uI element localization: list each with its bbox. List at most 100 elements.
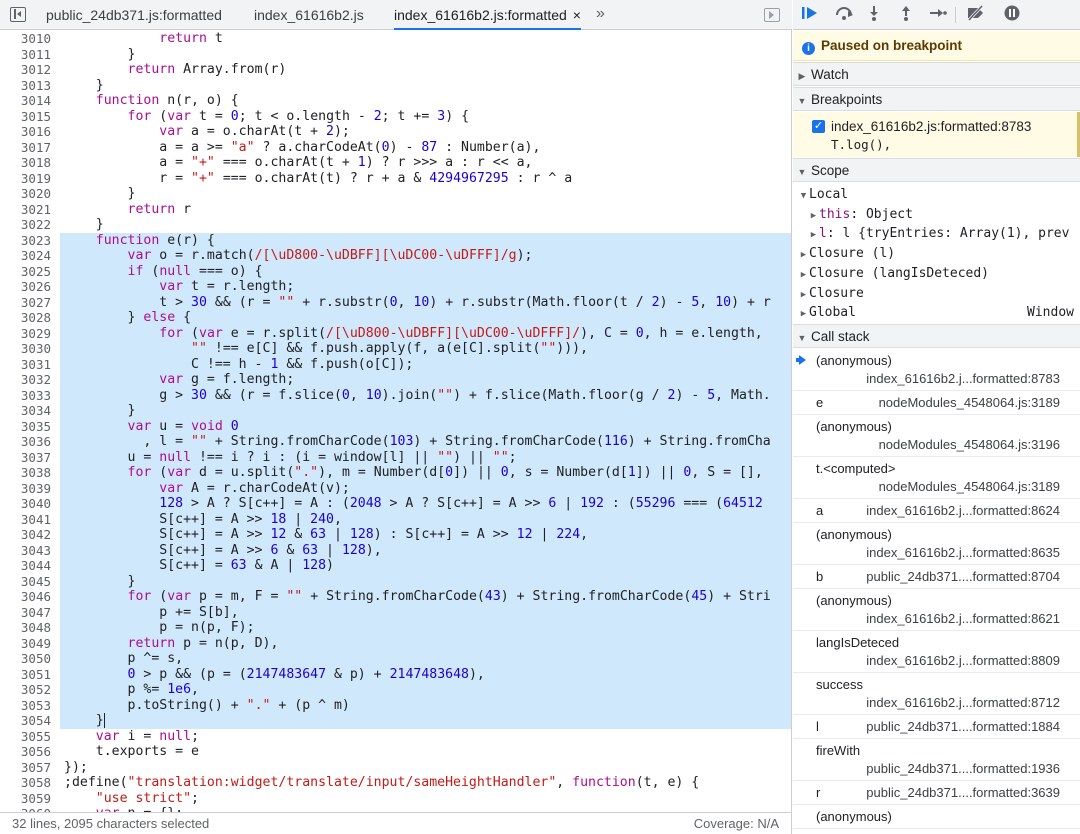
callstack-frame[interactable]: (anonymous) nodeModules_4548064.js:3196 bbox=[793, 415, 1080, 457]
resume-icon[interactable] bbox=[799, 5, 821, 25]
step-over-icon[interactable] bbox=[833, 5, 855, 25]
code-line[interactable]: 3015 for (var t = 0; t < o.length - 2; t… bbox=[0, 109, 791, 125]
scope-row[interactable]: ▼ Local bbox=[793, 185, 1080, 205]
collapsed-triangle-icon[interactable]: ▶ bbox=[808, 225, 819, 245]
frame-location[interactable]: index_61616b2.j...formatted:8712 bbox=[866, 695, 1060, 710]
line-number[interactable]: 3043 bbox=[0, 542, 58, 558]
line-number[interactable]: 3041 bbox=[0, 511, 58, 527]
callstack-frame[interactable]: a index_61616b2.j...formatted:8624 bbox=[793, 499, 1080, 523]
line-number[interactable]: 3022 bbox=[0, 217, 58, 233]
line-number[interactable]: 3037 bbox=[0, 449, 58, 465]
line-number[interactable]: 3016 bbox=[0, 124, 58, 140]
code-line[interactable]: 3029 for (var e = r.split(/[\uD800-\uDBF… bbox=[0, 325, 791, 341]
callstack-frame[interactable]: b public_24db371....formatted:8704 bbox=[793, 565, 1080, 589]
code-line[interactable]: 3014 function n(r, o) { bbox=[0, 93, 791, 109]
line-number[interactable]: 3034 bbox=[0, 403, 58, 419]
step-out-icon[interactable] bbox=[895, 5, 917, 25]
code-line[interactable]: 3017 a = a >= "a" ? a.charCodeAt(0) - 87… bbox=[0, 140, 791, 156]
code-line[interactable]: 3059 "use strict"; bbox=[0, 791, 791, 807]
close-tab-icon[interactable]: × bbox=[573, 7, 581, 23]
line-number[interactable]: 3052 bbox=[0, 682, 58, 698]
code-area[interactable]: 3010 return t 3011 } 3012 return Array.fro… bbox=[0, 30, 791, 812]
code-line[interactable]: 3048 p = n(p, F); bbox=[0, 620, 791, 636]
callstack-frame[interactable]: fireWith public_24db371....formatted:1936 bbox=[793, 739, 1080, 781]
line-number[interactable]: 3032 bbox=[0, 372, 58, 388]
code-line[interactable]: 3027 t > 30 && (r = "" + r.substr(0, 10)… bbox=[0, 294, 791, 310]
frame-location[interactable]: public_24db371....formatted:8704 bbox=[866, 569, 1060, 584]
code-line[interactable]: 3035 var u = void 0 bbox=[0, 418, 791, 434]
code-line[interactable]: 3018 a = "+" === o.charAt(t + 1) ? r >>>… bbox=[0, 155, 791, 171]
code-line[interactable]: 3053 p.toString() + "." + (p ^ m) bbox=[0, 697, 791, 713]
code-line[interactable]: 3019 r = "+" === o.charAt(t) ? r + a & 4… bbox=[0, 171, 791, 187]
code-line[interactable]: 3042 S[c++] = A >> 12 & 63 | 128) : S[c+… bbox=[0, 527, 791, 543]
code-line[interactable]: 3044 S[c++] = 63 & A | 128) bbox=[0, 558, 791, 574]
line-number[interactable]: 3053 bbox=[0, 697, 58, 713]
code-line[interactable]: 3025 if (null === o) { bbox=[0, 263, 791, 279]
line-number[interactable]: 3038 bbox=[0, 465, 58, 481]
callstack-frame[interactable]: success index_61616b2.j...formatted:8712 bbox=[793, 673, 1080, 715]
line-number[interactable]: 3059 bbox=[0, 791, 58, 807]
toggle-debugger-sidebar-icon[interactable] bbox=[764, 8, 780, 22]
code-line[interactable]: 3041 S[c++] = A >> 18 | 240, bbox=[0, 511, 791, 527]
line-number[interactable]: 3028 bbox=[0, 310, 58, 326]
line-number[interactable]: 3054 bbox=[0, 713, 58, 729]
line-number[interactable]: 3050 bbox=[0, 651, 58, 667]
code-line[interactable]: 3037 u = null !== i ? i : (i = window[l]… bbox=[0, 449, 791, 465]
frame-location[interactable]: nodeModules_4548064.js:3189 bbox=[879, 395, 1060, 410]
frame-location[interactable]: nodeModules_4548064.js:3189 bbox=[879, 479, 1060, 494]
breakpoint-item[interactable]: ✓ index_61616b2.js:formatted:8783 T.log(… bbox=[793, 112, 1080, 157]
code-line[interactable]: 3047 p += S[b], bbox=[0, 604, 791, 620]
line-number[interactable]: 3018 bbox=[0, 155, 58, 171]
deactivate-breakpoints-icon[interactable] bbox=[965, 4, 987, 25]
line-number[interactable]: 3019 bbox=[0, 171, 58, 187]
line-number[interactable]: 3047 bbox=[0, 604, 58, 620]
code-line[interactable]: 3024 var o = r.match(/[\uD800-\uDBFF][\u… bbox=[0, 248, 791, 264]
frame-location[interactable]: index_61616b2.j...formatted:8621 bbox=[866, 611, 1060, 626]
line-number[interactable]: 3014 bbox=[0, 93, 58, 109]
callstack-frame[interactable]: r public_24db371....formatted:3639 bbox=[793, 781, 1080, 805]
line-number[interactable]: 3023 bbox=[0, 232, 58, 248]
scope-row[interactable]: ▶ Closure bbox=[793, 284, 1080, 304]
scope-row[interactable]: ▶ Closure (langIsDeteced) bbox=[793, 264, 1080, 284]
code-line[interactable]: 3058 ;define("translation:widget/translat… bbox=[0, 775, 791, 791]
line-number[interactable]: 3045 bbox=[0, 573, 58, 589]
scope-row[interactable]: ▶ Global Window bbox=[793, 303, 1080, 323]
callstack-frame[interactable]: (anonymous) index_61616b2.j...formatted:8… bbox=[793, 589, 1080, 631]
step-into-icon[interactable] bbox=[863, 5, 885, 25]
tab-index-formatted[interactable]: index_61616b2.js:formatted × bbox=[394, 0, 581, 30]
code-line[interactable]: 3054 } bbox=[0, 713, 791, 729]
frame-location[interactable]: index_61616b2.j...formatted:8635 bbox=[866, 545, 1060, 560]
frame-location[interactable]: public_24db371....formatted:3639 bbox=[866, 785, 1060, 800]
line-number[interactable]: 3057 bbox=[0, 760, 58, 776]
frame-location[interactable]: index_61616b2.j...formatted:8783 bbox=[866, 371, 1060, 386]
code-line[interactable]: 3010 return t bbox=[0, 31, 791, 47]
line-number[interactable]: 3033 bbox=[0, 387, 58, 403]
code-line[interactable]: 3013 } bbox=[0, 78, 791, 94]
code-line[interactable]: 3050 p ^= s, bbox=[0, 651, 791, 667]
line-number[interactable]: 3017 bbox=[0, 140, 58, 156]
code-line[interactable]: 3011 } bbox=[0, 47, 791, 63]
line-number[interactable]: 3044 bbox=[0, 558, 58, 574]
callstack-frame[interactable]: l public_24db371....formatted:1884 bbox=[793, 715, 1080, 739]
code-line[interactable]: 3049 return p = n(p, D), bbox=[0, 635, 791, 651]
callstack-frame[interactable]: langIsDeteced index_61616b2.j...formatted… bbox=[793, 631, 1080, 673]
line-number[interactable]: 3042 bbox=[0, 527, 58, 543]
line-number[interactable]: 3011 bbox=[0, 47, 58, 63]
line-number[interactable]: 3015 bbox=[0, 109, 58, 125]
line-number[interactable]: 3055 bbox=[0, 729, 58, 745]
line-number[interactable]: 3012 bbox=[0, 62, 58, 78]
toggle-navigator-icon[interactable] bbox=[10, 7, 26, 22]
expanded-triangle-icon[interactable]: ▼ bbox=[798, 186, 809, 206]
code-line[interactable]: 3039 var A = r.charCodeAt(v); bbox=[0, 480, 791, 496]
frame-location[interactable]: index_61616b2.j...formatted:8809 bbox=[866, 653, 1060, 668]
code-line[interactable]: 3032 var g = f.length; bbox=[0, 372, 791, 388]
more-tabs-icon[interactable]: » bbox=[596, 0, 605, 30]
line-number[interactable]: 3031 bbox=[0, 356, 58, 372]
code-line[interactable]: 3051 0 > p && (p = (2147483647 & p) + 21… bbox=[0, 666, 791, 682]
line-number[interactable]: 3048 bbox=[0, 620, 58, 636]
code-line[interactable]: 3057}); bbox=[0, 760, 791, 776]
code-line[interactable]: 3026 var t = r.length; bbox=[0, 279, 791, 295]
line-number[interactable]: 3035 bbox=[0, 418, 58, 434]
line-number[interactable]: 3020 bbox=[0, 186, 58, 202]
pause-on-exceptions-icon[interactable] bbox=[1001, 5, 1023, 25]
